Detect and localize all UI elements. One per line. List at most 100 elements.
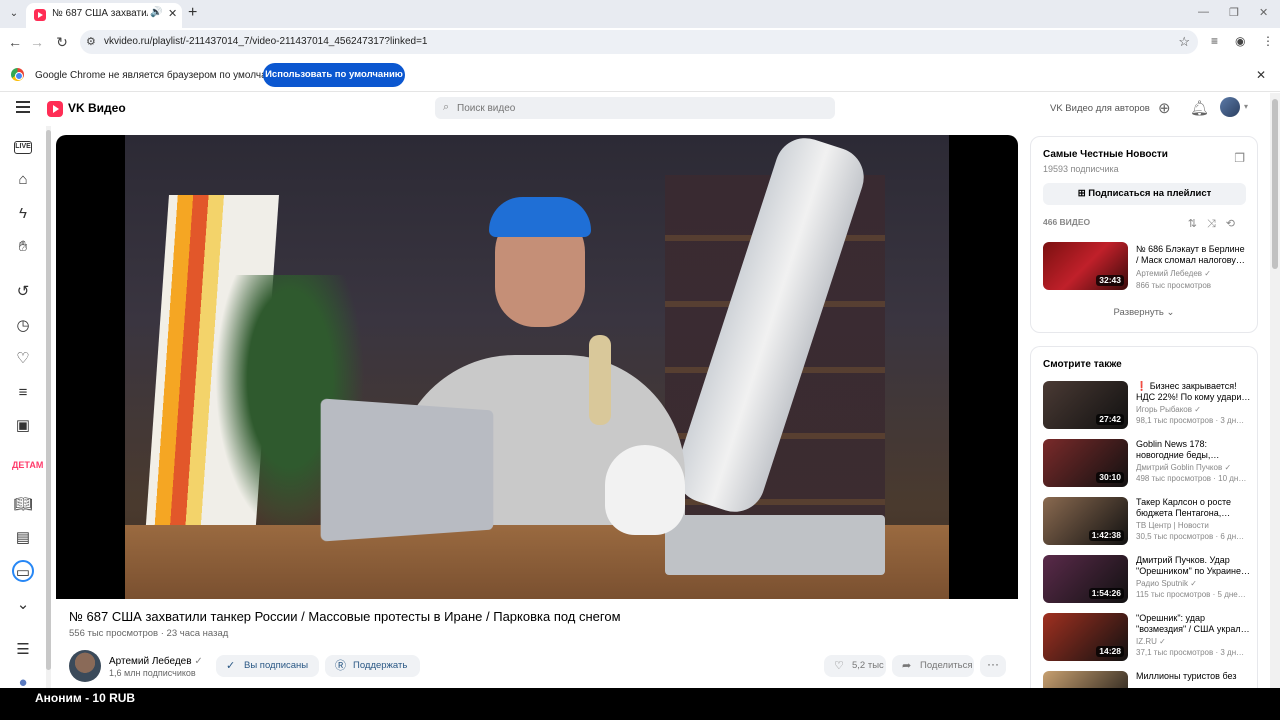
chevron-down-icon: ⌄ xyxy=(1166,307,1175,318)
playlist-title[interactable]: Самые Честные Новости xyxy=(1043,149,1168,160)
subscriptions-icon[interactable]: ▣ xyxy=(12,415,34,437)
vk-video-logo-icon[interactable] xyxy=(47,101,63,117)
back-icon[interactable]: ← xyxy=(6,33,24,51)
shuffle-icon[interactable]: ⤨ xyxy=(1207,218,1226,230)
chrome-menu-icon[interactable]: ⋮ xyxy=(1262,34,1274,48)
heart-icon[interactable]: ♡ xyxy=(12,348,34,370)
authors-link[interactable]: VK Видео для авторов xyxy=(1050,103,1150,114)
verified-icon: ✓ xyxy=(194,656,203,667)
address-bar[interactable]: ⚙ vkvideo.ru/playlist/-211437014_7/video… xyxy=(80,30,1198,54)
video-player[interactable] xyxy=(56,135,1018,599)
recommendation-thumbnail[interactable]: 1:42:38 xyxy=(1043,497,1128,545)
author-name[interactable]: Артемий Лебедев ✓ xyxy=(109,656,203,667)
recommendation-title[interactable]: "Орешник": удар "возмездия" / США украл… xyxy=(1136,613,1251,635)
left-scrollbar[interactable] xyxy=(46,126,51,688)
hand-icon[interactable]: ✋︎ xyxy=(12,236,34,258)
recommendation-channel[interactable]: Дмитрий Goblin Пучков ✓ xyxy=(1136,463,1251,472)
new-tab-icon[interactable]: + xyxy=(188,4,197,22)
support-button[interactable]: Ⓡ Поддержать xyxy=(325,655,420,677)
right-scrollbar-thumb[interactable] xyxy=(1272,99,1278,269)
bell-icon[interactable]: 🔔︎ xyxy=(1190,99,1209,117)
like-button[interactable]: ♡ 5,2 тыс xyxy=(824,655,886,677)
minimize-icon[interactable]: — xyxy=(1198,6,1209,18)
browser-toolbar: ← → ↻ ⚙ vkvideo.ru/playlist/-211437014_7… xyxy=(0,28,1280,56)
live-icon[interactable]: LIVE xyxy=(14,141,32,154)
restore-icon[interactable]: ❐ xyxy=(1229,6,1239,19)
recommendation-title[interactable]: Миллионы туристов без xyxy=(1136,671,1251,682)
recommendation-title[interactable]: Дмитрий Пучков. Удар "Орешником" по Укра… xyxy=(1136,555,1251,577)
recommendation-title[interactable]: ❗ Бизнес закрывается! НДС 22%! По кому у… xyxy=(1136,381,1251,403)
recommendation-title[interactable]: Такер Карлсон о росте бюджета Пентагона,… xyxy=(1136,497,1251,519)
copy-icon[interactable]: ❐ xyxy=(1234,151,1245,165)
repeat-icon[interactable]: ⟲ xyxy=(1226,218,1245,230)
clock-icon[interactable]: ◷ xyxy=(12,315,34,337)
queue-icon[interactable]: ☰ xyxy=(12,639,34,661)
playlist-item-title[interactable]: № 686 Блэкаут в Берлине / Маск сломал на… xyxy=(1136,244,1248,266)
reload-icon[interactable]: ↻ xyxy=(53,33,71,51)
right-scrollbar[interactable] xyxy=(1270,93,1280,688)
brand-name[interactable]: VK Видео xyxy=(68,101,126,115)
chevron-down-icon[interactable]: ▾ xyxy=(1244,102,1248,111)
sort-icon[interactable]: ⇅ xyxy=(1188,218,1207,230)
subscribed-button[interactable]: ✓ Вы подписаны xyxy=(216,655,319,677)
recommendation-item[interactable]: 30:10 Goblin News 178: новогодние беды,… Д… xyxy=(1043,439,1253,489)
profile-icon[interactable]: ◉ xyxy=(1235,34,1245,48)
recommendation-item[interactable]: 14:28 "Орешник": удар "возмездия" / США у… xyxy=(1043,613,1253,663)
close-window-icon[interactable]: ✕ xyxy=(1259,6,1268,19)
recommendation-thumbnail[interactable]: 1:54:26 xyxy=(1043,555,1128,603)
lightning-icon[interactable]: ϟ xyxy=(12,203,34,225)
recommendation-views: 30,5 тыс просмотров · 6 дн… xyxy=(1136,532,1245,541)
recommendation-thumbnail[interactable] xyxy=(1043,671,1128,688)
tab-search-icon[interactable]: ⌄ xyxy=(6,6,22,22)
playlist-item-channel[interactable]: Артемий Лебедев ✓ xyxy=(1136,269,1248,278)
recommendation-thumbnail[interactable]: 27:42 xyxy=(1043,381,1128,429)
set-default-button[interactable]: Использовать по умолчанию xyxy=(263,63,405,87)
author-avatar[interactable] xyxy=(69,650,101,682)
book-icon[interactable]: 📖︎ xyxy=(12,494,34,516)
recommendation-channel[interactable]: IZ.RU ✓ xyxy=(1136,637,1251,646)
vk-favicon-icon xyxy=(34,9,46,21)
expand-label: Развернуть xyxy=(1113,307,1164,318)
recommendation-item[interactable]: 1:54:26 Дмитрий Пучков. Удар "Орешником" … xyxy=(1043,555,1253,605)
recommendation-item[interactable]: 27:42 ❗ Бизнес закрывается! НДС 22%! По к… xyxy=(1043,381,1253,431)
expand-playlist-button[interactable]: Развернуть ⌄ xyxy=(1031,307,1257,318)
tab-close-icon[interactable]: ✕ xyxy=(168,7,177,20)
forward-icon[interactable]: → xyxy=(28,33,46,51)
recommendation-thumbnail[interactable]: 14:28 xyxy=(1043,613,1128,661)
kids-icon[interactable]: ДЕТАМ xyxy=(12,460,43,482)
recommendation-thumbnail[interactable]: 30:10 xyxy=(1043,439,1128,487)
infobar-close-icon[interactable]: ✕ xyxy=(1256,68,1266,82)
left-scrollbar-thumb[interactable] xyxy=(46,130,51,670)
playlist-item-thumbnail[interactable]: 32:43 xyxy=(1043,242,1128,290)
chevron-down-icon[interactable]: ⌄ xyxy=(12,594,34,616)
browser-tab-active[interactable]: № 687 США захватили танкер России 🔊 ✕ xyxy=(26,3,182,28)
search-input[interactable] xyxy=(457,100,817,116)
playlist-count: 466 ВИДЕО xyxy=(1043,217,1091,227)
bookmark-star-icon[interactable]: ☆ xyxy=(1178,34,1190,50)
upload-plus-icon[interactable]: ⊕ xyxy=(1158,99,1171,117)
playlist-add-icon[interactable]: ≡ xyxy=(12,382,34,404)
recommendation-title[interactable]: Goblin News 178: новогодние беды,… xyxy=(1136,439,1251,461)
share-button[interactable]: ➦ Поделиться xyxy=(892,655,974,677)
playlist-subscribe-button[interactable]: ⊞ Подписаться на плейлист xyxy=(1043,183,1246,205)
url-text[interactable]: vkvideo.ru/playlist/-211437014_7/video-2… xyxy=(104,36,428,47)
ruble-icon: Ⓡ xyxy=(335,660,346,672)
more-options-button[interactable]: ··· xyxy=(980,655,1006,677)
speaker-icon[interactable]: 🔊 xyxy=(150,7,162,18)
media-controls-icon[interactable]: ≡ xyxy=(1211,34,1218,48)
user-avatar[interactable] xyxy=(1220,97,1240,117)
tv-icon[interactable]: ▭ xyxy=(12,560,34,582)
search-box[interactable]: ⌕ xyxy=(435,97,835,119)
history-icon[interactable]: ↺ xyxy=(12,281,34,303)
recommendation-channel[interactable]: Игорь Рыбаков ✓ xyxy=(1136,405,1251,414)
channels-icon[interactable]: ▤ xyxy=(12,527,34,549)
default-browser-infobar: Google Chrome не является браузером по у… xyxy=(0,58,1280,92)
site-info-icon[interactable]: ⚙ xyxy=(86,35,96,48)
menu-icon[interactable] xyxy=(16,101,30,113)
recommendation-item[interactable]: 1:42:38 Такер Карлсон о росте бюджета Пен… xyxy=(1043,497,1253,547)
author-name-text[interactable]: Артемий Лебедев xyxy=(109,656,192,667)
recommendation-channel[interactable]: Радио Sputnik ✓ xyxy=(1136,579,1251,588)
recommendation-channel[interactable]: ТВ Центр | Новости xyxy=(1136,521,1251,530)
recommendation-item[interactable]: Миллионы туристов без xyxy=(1043,671,1253,688)
home-icon[interactable]: ⌂ xyxy=(12,169,34,191)
